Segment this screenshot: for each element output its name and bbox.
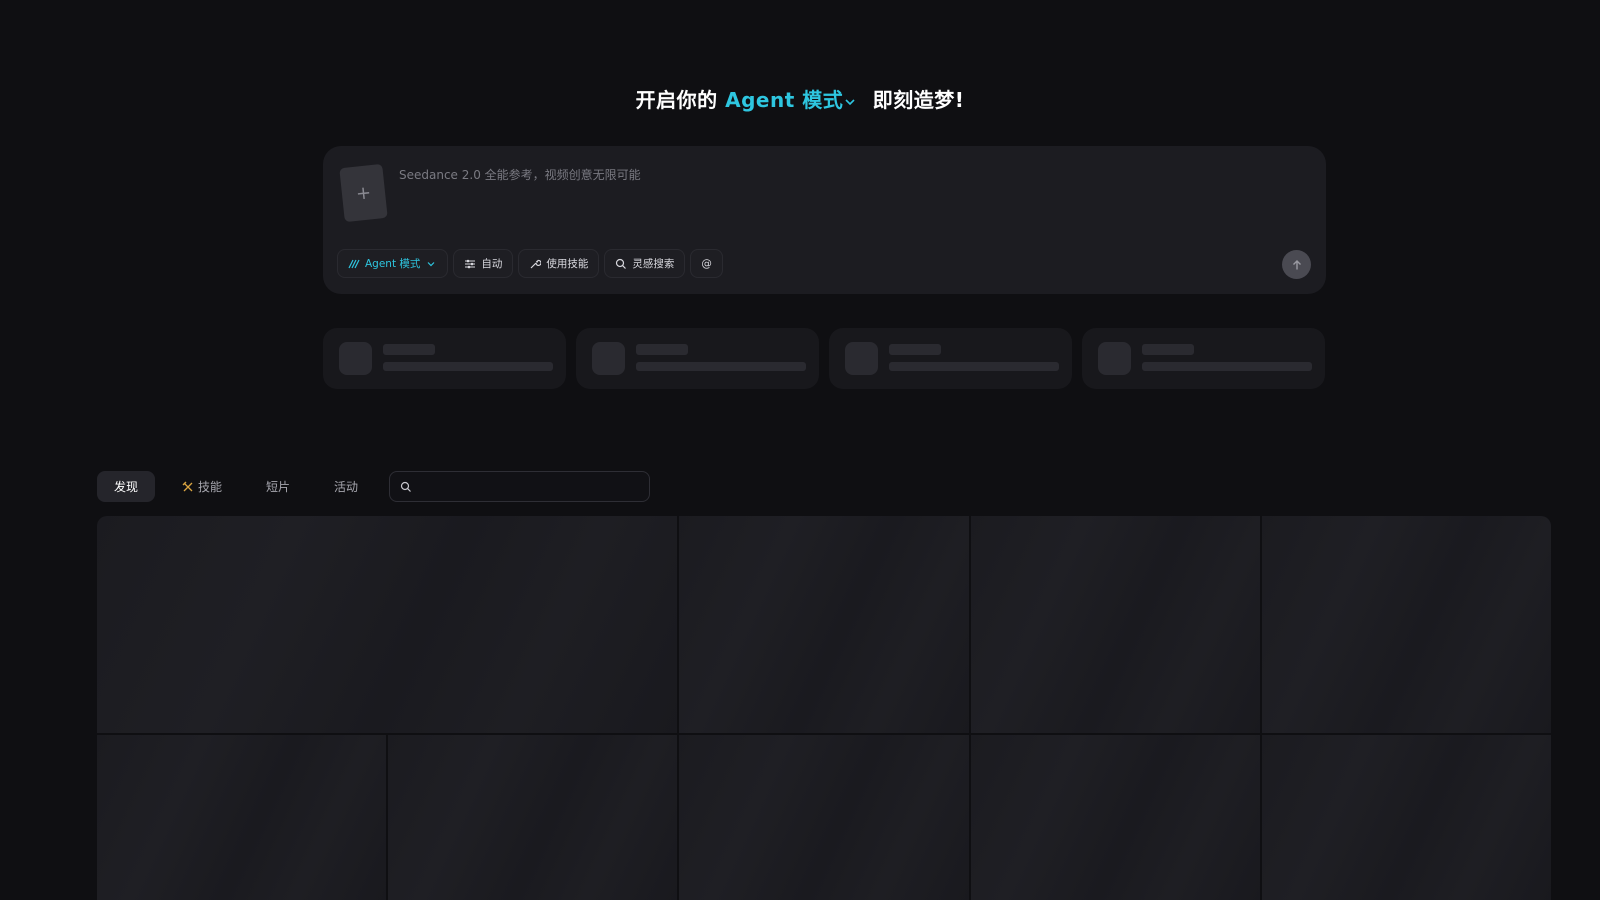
tab-label: 发现 xyxy=(114,480,139,494)
content-tile-placeholder[interactable] xyxy=(970,735,1260,900)
search-spark-icon xyxy=(616,258,627,269)
send-button[interactable] xyxy=(1282,250,1311,279)
feed-tabs: 发现 技能 短片 活动 xyxy=(97,471,651,502)
prompt-composer: + Agent 模式 自动 使用技能 灵感搜索 @ xyxy=(323,146,1326,294)
content-tile-placeholder[interactable] xyxy=(97,516,678,733)
content-tile-placeholder[interactable] xyxy=(970,516,1260,733)
tab-skills[interactable]: 技能 xyxy=(165,471,239,502)
upload-reference-button[interactable]: + xyxy=(339,163,388,223)
skeleton-desc-line xyxy=(1142,362,1312,371)
sliders-icon xyxy=(465,259,476,268)
wrench-icon xyxy=(530,259,542,268)
hero-accent: Agent 模式 xyxy=(725,88,844,112)
agent-mode-label: Agent 模式 xyxy=(365,258,421,270)
content-tile-placeholder[interactable] xyxy=(679,735,969,900)
mention-button[interactable]: @ xyxy=(690,249,723,278)
content-tile-placeholder[interactable] xyxy=(679,516,969,733)
suggestion-card-skeleton[interactable] xyxy=(1082,328,1325,389)
inspiration-search-button[interactable]: 灵感搜索 xyxy=(604,249,686,278)
agent-mode-toggle[interactable]: Agent 模式 xyxy=(725,88,873,112)
skeleton-title-line xyxy=(889,344,941,355)
prompt-input[interactable] xyxy=(399,160,1279,190)
content-tile-placeholder[interactable] xyxy=(1261,516,1551,733)
suggestion-card-skeleton[interactable] xyxy=(576,328,819,389)
inspiration-search-label: 灵感搜索 xyxy=(632,258,675,270)
hero-title: 开启你的 Agent 模式 即刻造梦! xyxy=(0,84,1600,113)
skeleton-desc-line xyxy=(889,362,1059,371)
composer-toolbar: Agent 模式 自动 使用技能 灵感搜索 @ xyxy=(337,249,723,278)
use-skill-button[interactable]: 使用技能 xyxy=(518,249,600,278)
content-tile-placeholder[interactable] xyxy=(1261,735,1551,900)
suggestion-row xyxy=(323,328,1326,389)
plus-icon: + xyxy=(354,181,373,205)
tab-label: 活动 xyxy=(334,480,359,494)
suggestion-card-skeleton[interactable] xyxy=(829,328,1072,389)
agent-icon xyxy=(348,259,360,268)
hero-suffix: 即刻造梦! xyxy=(872,88,965,112)
skeleton-thumb xyxy=(845,342,878,375)
skeleton-title-line xyxy=(636,344,688,355)
hero-prefix: 开启你的 xyxy=(635,88,718,112)
skeleton-thumb xyxy=(592,342,625,375)
skeleton-title-line xyxy=(383,344,435,355)
suggestion-card-skeleton[interactable] xyxy=(323,328,566,389)
at-icon: @ xyxy=(701,257,712,270)
skeleton-desc-line xyxy=(636,362,806,371)
content-tile-placeholder[interactable] xyxy=(97,735,387,900)
tools-icon xyxy=(182,481,193,491)
agent-mode-button[interactable]: Agent 模式 xyxy=(337,249,449,278)
use-skill-label: 使用技能 xyxy=(546,258,589,270)
arrow-up-icon xyxy=(1292,259,1301,269)
tab-label: 短片 xyxy=(266,480,291,494)
search-input[interactable] xyxy=(418,478,639,495)
content-tile-placeholder[interactable] xyxy=(388,735,678,900)
skeleton-desc-line xyxy=(383,362,553,371)
tab-shorts[interactable]: 短片 xyxy=(249,471,307,502)
search-icon xyxy=(400,481,411,492)
tab-discover[interactable]: 发现 xyxy=(97,471,156,502)
skeleton-thumb xyxy=(1098,342,1131,375)
tab-label: 技能 xyxy=(198,480,223,494)
chevron-down-icon xyxy=(427,261,435,266)
tab-events[interactable]: 活动 xyxy=(317,471,375,502)
auto-button[interactable]: 自动 xyxy=(453,249,514,278)
chevron-down-icon xyxy=(845,98,855,105)
feed-search[interactable] xyxy=(389,471,651,502)
skeleton-thumb xyxy=(339,342,372,375)
skeleton-title-line xyxy=(1142,344,1194,355)
content-grid xyxy=(97,516,1551,900)
auto-label: 自动 xyxy=(481,258,503,270)
